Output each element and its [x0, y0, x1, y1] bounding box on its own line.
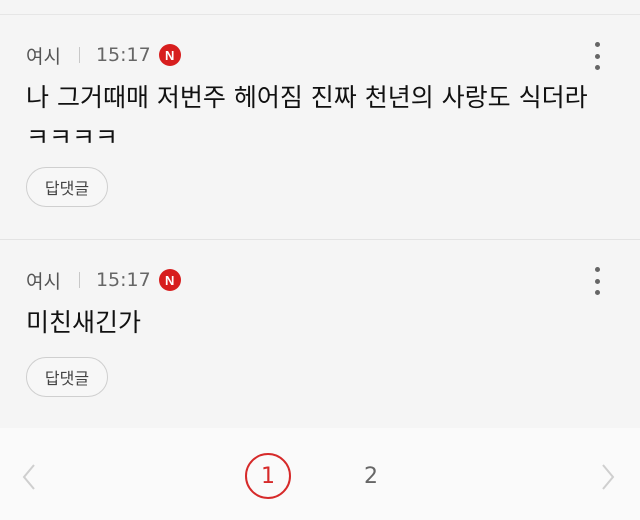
reply-button[interactable]: 답댓글: [26, 167, 108, 207]
comment-author[interactable]: 여시: [26, 42, 61, 69]
more-options-icon[interactable]: [592, 267, 602, 295]
comment-time: 15:17: [95, 44, 151, 66]
comment-author[interactable]: 여시: [26, 267, 61, 294]
comment-text: 미친새긴가: [26, 308, 142, 337]
chevron-right-icon[interactable]: [601, 463, 615, 491]
meta-separator: [78, 272, 80, 288]
meta-separator: [78, 47, 80, 63]
more-options-icon[interactable]: [592, 42, 602, 70]
comment-item: 여시 15:17 N 나 그거때매 저번주 헤어짐 진짜 천년의 사랑도 식더라…: [0, 15, 640, 240]
page-button[interactable]: 2: [348, 453, 394, 499]
page-button-current[interactable]: 1: [245, 453, 291, 499]
comment-item: 여시 15:17 N 미친새긴가 답댓글: [0, 240, 640, 428]
top-divider: [0, 0, 640, 15]
new-badge-icon: N: [158, 44, 181, 66]
comment-time: 15:17: [95, 269, 151, 291]
pagination: 1 2: [0, 428, 640, 520]
comment-text: 나 그거때매 저번주 헤어짐 진짜 천년의 사랑도 식더라 ㅋㅋㅋㅋ: [26, 83, 588, 152]
chevron-left-icon[interactable]: [22, 463, 36, 491]
new-badge-icon: N: [158, 269, 181, 291]
reply-button[interactable]: 답댓글: [26, 357, 108, 397]
comment-meta: 여시 15:17 N: [26, 267, 181, 294]
comment-meta: 여시 15:17 N: [26, 42, 181, 69]
